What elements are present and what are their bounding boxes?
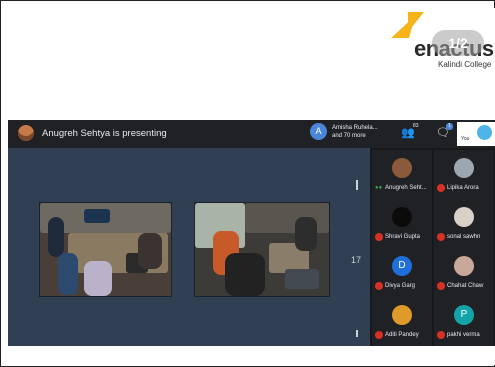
presenter-text: Anugreh Sehtya is presenting [42, 127, 167, 139]
mic-muted-icon [437, 233, 445, 241]
participant-name: Aditi Pandey [385, 332, 419, 338]
participant-avatar [392, 158, 412, 178]
logo-subtitle: Kalindi College [438, 60, 492, 69]
participants-grid: ●● Anugreh Seht... Lipika Arora Shravi G… [370, 148, 495, 347]
slide-photo-1 [39, 202, 172, 297]
participant-tile[interactable]: sonal sawhn [434, 199, 494, 249]
scroll-marker-bottom [356, 330, 358, 337]
participants-button[interactable]: 👥 83 [401, 123, 419, 139]
bottom-bar [8, 346, 495, 365]
participant-avatar [392, 305, 412, 325]
mic-muted-icon [375, 331, 383, 339]
participant-avatar [454, 158, 474, 178]
participant-tile[interactable]: ●● Anugreh Seht... [372, 150, 432, 200]
participant-name: Divya Garg [385, 283, 416, 289]
slide-number: 17 [351, 255, 362, 265]
page-indicator: 1/2 [432, 30, 484, 56]
scroll-marker-top [356, 180, 358, 190]
mic-muted-icon [437, 282, 445, 290]
people-line-1: Amisha Ruhela... [332, 124, 378, 131]
participant-avatar [454, 256, 474, 276]
mic-muted-icon [375, 282, 383, 290]
participant-name: Anugreh Seht... [385, 185, 427, 191]
chat-badge: 1 [446, 123, 453, 130]
participant-name: Shravi Gupta [385, 234, 421, 240]
mic-muted-icon [437, 184, 445, 192]
people-summary-text: Amisha Ruhela... and 70 more [332, 124, 378, 140]
mic-active-icon: ●● [375, 185, 383, 191]
participant-tile[interactable]: Shravi Gupta [372, 199, 432, 249]
presenter-avatar [18, 125, 34, 141]
participants-count: 83 [413, 123, 419, 129]
chat-button[interactable]: 🗨 1 [436, 123, 453, 139]
mic-muted-icon [437, 331, 445, 339]
participant-name: Lipika Arora [447, 185, 479, 191]
participant-avatar [454, 207, 474, 227]
presenter-info: Anugreh Sehtya is presenting [18, 125, 167, 141]
participant-avatar [392, 207, 412, 227]
self-avatar [477, 125, 492, 140]
people-line-2: and 70 more [332, 132, 366, 139]
participant-name: pakhi verma [447, 332, 480, 338]
participant-name: sonal sawhn [447, 234, 481, 240]
logo-mark-right [408, 12, 424, 32]
participant-avatar: D [392, 256, 412, 276]
participant-tile[interactable]: D Divya Garg [372, 248, 432, 298]
participant-tile[interactable]: P pakhi verma [434, 297, 494, 347]
participant-name: Chahat Chaw [447, 283, 484, 289]
participant-avatar: P [454, 305, 474, 325]
people-summary[interactable]: A Amisha Ruhela... and 70 more [310, 123, 378, 140]
shared-screen: 17 [8, 148, 370, 346]
slide-photo-2 [194, 202, 330, 297]
participant-tile[interactable]: Lipika Arora [434, 150, 494, 200]
you-label: You [461, 136, 470, 142]
meet-presenting-bar: Anugreh Sehtya is presenting A Amisha Ru… [8, 120, 495, 148]
people-avatar: A [310, 123, 327, 140]
mic-muted-icon [375, 233, 383, 241]
participant-tile[interactable]: Aditi Pandey [372, 297, 432, 347]
participant-tile[interactable]: Chahat Chaw [434, 248, 494, 298]
self-view[interactable]: You [457, 122, 495, 146]
